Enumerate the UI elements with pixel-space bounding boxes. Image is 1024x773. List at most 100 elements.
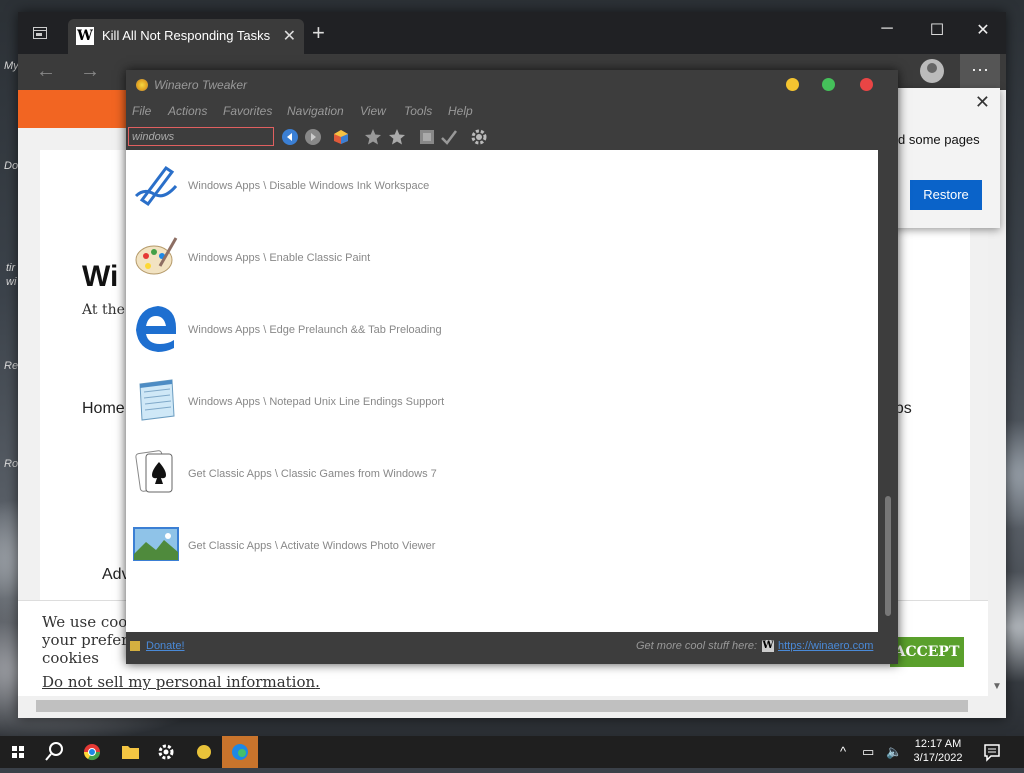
desktop-label: tir (6, 262, 16, 274)
list-item-label: Windows Apps \ Disable Windows Ink Works… (188, 180, 430, 192)
list-item[interactable]: Get Classic Apps \ Activate Windows Phot… (126, 510, 866, 582)
desktop-label: My (4, 60, 19, 72)
start-button-icon[interactable] (0, 736, 36, 768)
back-arrow-icon[interactable] (281, 128, 299, 146)
donate-link[interactable]: Donate! (146, 640, 185, 652)
restore-pages-popup: ✕ d some pages Restore (880, 88, 1000, 228)
file-explorer-icon[interactable] (112, 736, 148, 768)
desktop-label: Do (4, 160, 19, 172)
maximize-dot-button[interactable] (822, 78, 835, 91)
system-clock[interactable]: 12:17 AM 3/17/2022 (908, 737, 968, 765)
search-icon[interactable] (36, 736, 72, 768)
winaero-url-link[interactable]: https://winaero.com (778, 640, 873, 652)
minimize-dot-button[interactable] (786, 78, 799, 91)
menu-help[interactable]: Help (448, 104, 473, 118)
cookie-accept-button[interactable]: ACCEPT (890, 637, 964, 667)
window-minimize-button[interactable]: ─ (864, 20, 910, 38)
restore-message: d some pages (898, 132, 980, 147)
list-item-label: Get Classic Apps \ Activate Windows Phot… (188, 540, 436, 552)
windows-taskbar: ^ ▭ 🔈 12:17 AM 3/17/2022 (0, 736, 1024, 768)
winaero-site-icon: W (762, 640, 774, 652)
volume-icon[interactable]: 🔈 (886, 744, 902, 760)
results-scrollbar[interactable] (882, 150, 896, 632)
search-results-list: Windows Apps \ Disable Windows Ink Works… (126, 150, 878, 632)
favorites-star-icon[interactable] (388, 128, 406, 146)
close-dot-button[interactable] (860, 78, 873, 91)
desktop-label: Re (4, 360, 19, 372)
winaero-favicon-icon: W (76, 27, 94, 45)
do-not-sell-link-suffix: . (315, 673, 320, 691)
list-item[interactable]: Windows Apps \ Disable Windows Ink Works… (126, 150, 866, 222)
network-icon[interactable]: ▭ (862, 744, 874, 760)
menu-view[interactable]: View (360, 104, 386, 118)
donate-icon (130, 641, 140, 651)
winaero-tweaker-taskbar-icon[interactable] (186, 736, 222, 768)
browser-tab-active[interactable]: W Kill All Not Responding Tasks in Windo… (68, 19, 304, 54)
restore-button[interactable]: Restore (910, 180, 982, 210)
window-maximize-button[interactable]: ☐ (914, 20, 960, 40)
scroll-down-arrow-icon[interactable]: ▼ (992, 681, 1002, 692)
list-item-label: Get Classic Apps \ Classic Games from Wi… (188, 468, 437, 480)
forward-arrow-icon[interactable] (304, 128, 322, 146)
list-item-label: Windows Apps \ Notepad Unix Line Endings… (188, 396, 445, 408)
forward-arrow-icon[interactable]: → (80, 60, 100, 83)
page-horizontal-scrollbar[interactable] (18, 696, 1006, 718)
menu-favorites[interactable]: Favorites (223, 104, 272, 118)
edge-icon (232, 744, 248, 760)
back-arrow-icon[interactable]: ← (36, 60, 56, 83)
popup-close-icon[interactable]: ✕ (975, 92, 990, 113)
clock-time: 12:17 AM (914, 738, 962, 750)
do-not-sell-link[interactable]: Do not sell my personal information. (42, 673, 320, 691)
do-not-sell-link-text[interactable]: Do not sell my personal information (42, 673, 315, 691)
clock-date: 3/17/2022 (913, 752, 963, 764)
desktop-label: Ro (4, 458, 19, 470)
edge-taskbar-button[interactable] (222, 736, 258, 768)
list-item-label: Windows Apps \ Edge Prelaunch && Tab Pre… (188, 324, 442, 336)
tray-overflow-icon[interactable]: ^ (840, 744, 846, 759)
desktop-label: wi (6, 276, 17, 288)
settings-gear-icon[interactable] (148, 736, 184, 768)
settings-gear-icon[interactable] (470, 128, 488, 146)
tab-actions-icon[interactable] (30, 25, 50, 43)
edge-logo-icon (136, 306, 176, 352)
results-scroll-thumb[interactable] (885, 496, 891, 616)
menu-actions[interactable]: Actions (168, 104, 207, 118)
search-input[interactable]: windows (128, 127, 274, 146)
page-heading: Wi (82, 260, 119, 293)
winaero-logo-icon (136, 79, 148, 91)
tab-title: Kill All Not Responding Tasks in Windows (102, 28, 272, 43)
ink-pen-icon (134, 165, 178, 207)
export-icon[interactable] (418, 128, 436, 146)
settings-more-button[interactable]: ··· (960, 54, 1000, 90)
menu-tools[interactable]: Tools (404, 104, 432, 118)
add-favorite-icon[interactable] (364, 128, 382, 146)
notification-center-icon[interactable] (974, 736, 1010, 768)
window-close-button[interactable]: ✕ (960, 20, 1006, 40)
window-title: Winaero Tweaker (154, 78, 248, 92)
site-header-bar (18, 90, 128, 128)
nav-home-link[interactable]: Home (82, 400, 125, 418)
paint-palette-icon (135, 237, 178, 275)
chrome-icon[interactable] (74, 736, 110, 768)
playing-card-icon (135, 450, 173, 493)
tab-strip: W Kill All Not Responding Tasks in Windo… (18, 12, 1006, 54)
tab-close-icon[interactable]: ✕ (283, 26, 296, 46)
apply-check-icon[interactable] (440, 128, 458, 146)
horizontal-scroll-thumb[interactable] (36, 700, 968, 712)
photo-viewer-icon (133, 527, 179, 561)
more-stuff-label: Get more cool stuff here: (636, 640, 758, 652)
menu-navigation[interactable]: Navigation (287, 104, 344, 118)
menu-file[interactable]: File (132, 104, 151, 118)
profile-avatar-icon[interactable] (920, 59, 944, 83)
new-tab-button[interactable]: + (312, 22, 325, 44)
list-item-label: Windows Apps \ Enable Classic Paint (188, 252, 371, 264)
list-item[interactable]: Windows Apps \ Enable Classic Paint (126, 222, 866, 294)
list-item[interactable]: Windows Apps \ Edge Prelaunch && Tab Pre… (126, 294, 866, 366)
list-item[interactable]: Windows Apps \ Notepad Unix Line Endings… (126, 366, 866, 438)
notepad-icon (139, 379, 175, 421)
status-bar: Donate! Get more cool stuff here: W http… (126, 634, 898, 664)
list-item[interactable]: Get Classic Apps \ Classic Games from Wi… (126, 438, 866, 510)
home-cube-icon[interactable] (332, 128, 350, 146)
menu-bar: File Actions Favorites Navigation View T… (126, 104, 898, 122)
winaero-tweaker-window: Winaero Tweaker File Actions Favorites N… (126, 70, 898, 664)
